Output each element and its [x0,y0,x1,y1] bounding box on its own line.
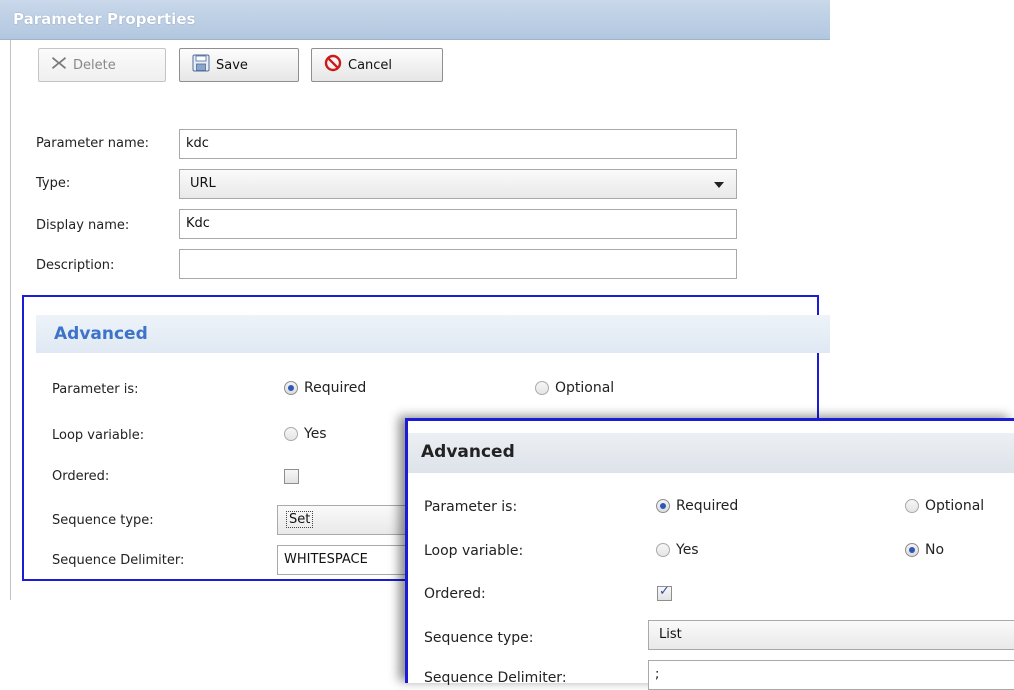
zoom-required-label: Required [676,498,739,514]
zoom-ordered-checkbox[interactable] [657,584,672,601]
radio-unselected-icon [656,543,670,557]
cancel-button[interactable]: Cancel [311,48,443,82]
advanced-zoom-panel: Advanced Parameter is: Required Optional… [405,418,1014,690]
display-name-label: Display name: [36,218,130,233]
radio-unselected-icon [905,499,919,513]
zoom-loop-no-radio[interactable]: No [905,542,944,558]
zoom-loop-variable-label: Loop variable: [424,543,524,559]
window-title: Parameter Properties [0,0,830,40]
zoom-no-label: No [925,542,945,558]
required-radio[interactable]: Required [284,380,366,396]
radio-unselected-icon [284,427,298,441]
zoom-loop-yes-radio[interactable]: Yes [656,542,699,558]
zoom-yes-label: Yes [676,542,699,558]
save-label: Save [216,57,248,73]
type-label: Type: [36,176,71,191]
sequence-type-value: Set [286,511,314,528]
cancel-label: Cancel [348,57,393,73]
description-input[interactable] [179,249,737,279]
sequence-delimiter-input[interactable]: WHITESPACE [277,545,407,575]
sequence-type-label: Sequence type: [52,513,154,528]
radio-selected-icon [284,381,298,395]
loop-variable-label: Loop variable: [52,428,145,443]
zoom-required-radio[interactable]: Required [656,498,738,514]
yes-label: Yes [304,426,327,442]
parameter-name-input[interactable]: kdc [179,129,737,159]
advanced-zoom-header[interactable]: Advanced [408,433,1014,473]
chevron-down-icon [714,182,724,188]
display-name-value: Kdc [186,216,210,231]
save-button[interactable]: Save [179,48,299,82]
ordered-label: Ordered: [52,469,110,484]
loop-yes-radio[interactable]: Yes [284,426,327,442]
optional-label: Optional [555,380,615,396]
floppy-disk-icon [192,54,210,76]
radio-selected-icon [905,543,919,557]
zoom-sequence-type-label: Sequence type: [424,630,534,646]
sequence-delimiter-label: Sequence Delimiter: [52,553,185,568]
sequence-delimiter-value: WHITESPACE [284,552,368,567]
zoom-sequence-delimiter-input[interactable]: ; [648,660,1014,690]
ordered-checkbox[interactable] [284,469,299,484]
delete-label: Delete [73,57,116,73]
parameter-name-label: Parameter name: [36,136,150,151]
delete-button[interactable]: Delete [38,48,166,82]
zoom-parameter-is-label: Parameter is: [424,499,518,515]
zoom-optional-radio[interactable]: Optional [905,498,984,514]
no-entry-icon [324,54,342,76]
radio-selected-icon [656,499,670,513]
zoom-ordered-label: Ordered: [424,586,486,602]
radio-unselected-icon [535,381,549,395]
zoom-sequence-type-select[interactable]: List [648,620,1014,650]
advanced-section-header[interactable]: Advanced [36,315,830,353]
zoom-optional-label: Optional [925,498,985,514]
sequence-type-select[interactable]: Set [277,505,407,535]
parameter-is-label: Parameter is: [52,382,139,397]
x-icon [51,56,67,74]
parameter-name-value: kdc [186,136,209,151]
zoom-sequence-delimiter-value: ; [655,667,660,682]
optional-radio[interactable]: Optional [535,380,614,396]
zoom-sequence-delimiter-label: Sequence Delimiter: [424,670,567,686]
required-label: Required [304,380,367,396]
type-select[interactable]: URL [179,169,737,199]
description-label: Description: [36,258,115,273]
display-name-input[interactable]: Kdc [179,209,737,239]
type-value: URL [190,176,216,191]
zoom-sequence-type-value: List [659,627,682,642]
